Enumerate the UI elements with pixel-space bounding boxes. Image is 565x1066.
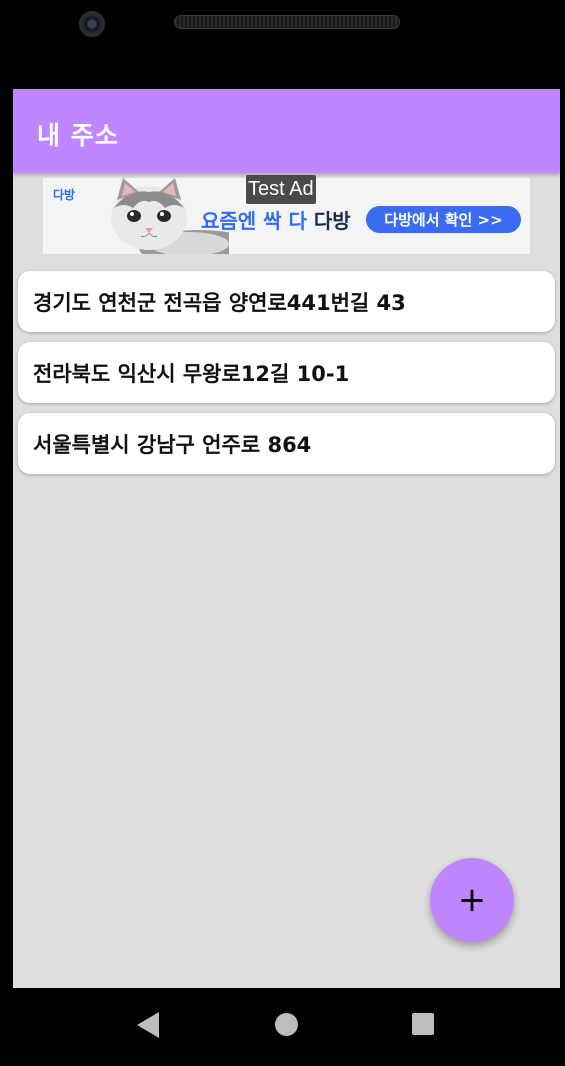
- address-card[interactable]: 서울특별시 강남구 언주로 864: [18, 413, 555, 474]
- address-text: 전라북도 익산시 무왕로12길 10-1: [33, 361, 350, 386]
- page-title: 내 주소: [37, 121, 119, 150]
- address-text: 경기도 연천군 전곡읍 양연로441번길 43: [33, 290, 406, 315]
- ad-cta-button[interactable]: 다방에서 확인 >>: [366, 206, 521, 233]
- address-card[interactable]: 전라북도 익산시 무왕로12길 10-1: [18, 342, 555, 403]
- recents-icon[interactable]: [412, 1013, 434, 1035]
- test-ad-label: Test Ad: [246, 175, 316, 204]
- system-nav-bar: [0, 988, 565, 1066]
- ad-headline-text: 요즘엔 싹 다: [201, 209, 314, 233]
- back-icon[interactable]: [137, 1012, 159, 1038]
- address-list: 경기도 연천군 전곡읍 양연로441번길 43 전라북도 익산시 무왕로12길 …: [18, 271, 555, 484]
- plus-icon: +: [457, 880, 487, 920]
- home-icon[interactable]: [275, 1013, 298, 1036]
- front-camera: [79, 11, 105, 37]
- ad-headline-brand: 다방: [313, 209, 351, 233]
- ad-headline: 요즘엔 싹 다 다방: [201, 205, 351, 234]
- address-card[interactable]: 경기도 연천군 전곡읍 양연로441번길 43: [18, 271, 555, 332]
- earpiece-speaker: [174, 15, 400, 29]
- address-text: 서울특별시 강남구 언주로 864: [33, 432, 312, 457]
- app-bar: 내 주소: [13, 89, 560, 173]
- add-address-button[interactable]: +: [430, 858, 514, 942]
- ad-logo: 다방: [53, 188, 76, 202]
- app-screen: 내 주소 다방 요즘엔 싹 다 다방 다방에서 확인 >> Test Ad 경기…: [13, 89, 560, 988]
